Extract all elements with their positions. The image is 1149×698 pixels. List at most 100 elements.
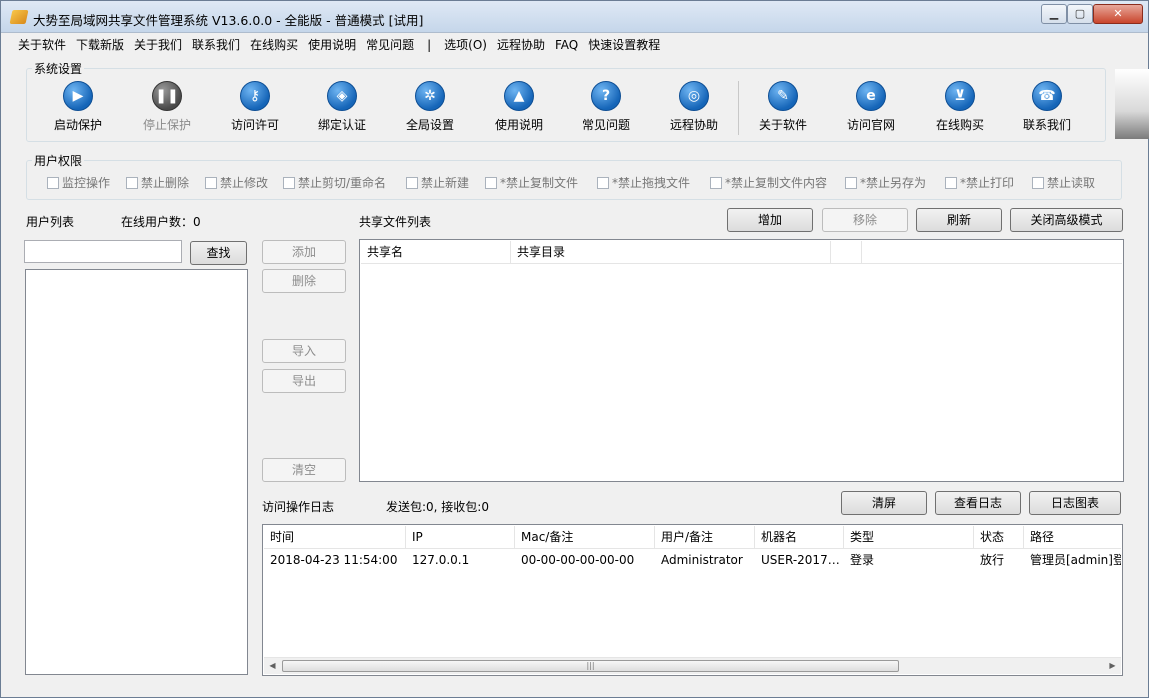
cell-user: Administrator — [661, 553, 743, 567]
menu-options[interactable]: 选项(O) — [439, 34, 492, 56]
perm-no-print-checkbox[interactable]: *禁止打印 — [945, 174, 1014, 191]
menu-tutorial[interactable]: 快速设置教程 — [583, 34, 665, 56]
perm-no-create-checkbox[interactable]: 禁止新建 — [406, 174, 469, 191]
perm-no-modify-checkbox[interactable]: 禁止修改 — [205, 174, 268, 191]
phone-icon: ☎ — [1032, 81, 1062, 111]
column-type[interactable]: 类型 — [844, 526, 974, 549]
cell-type: 登录 — [850, 553, 875, 567]
menu-help[interactable]: 使用说明 — [303, 34, 361, 56]
bind-auth-button[interactable]: ◈ 绑定认证 — [302, 81, 382, 133]
column-user[interactable]: 用户/备注 — [655, 526, 755, 549]
view-log-button[interactable]: 查看日志 — [935, 491, 1021, 515]
perm-no-copy-content-checkbox[interactable]: *禁止复制文件内容 — [710, 174, 827, 191]
user-search-input[interactable] — [24, 240, 182, 263]
close-advanced-mode-button[interactable]: 关闭高级模式 — [1010, 208, 1123, 232]
log-chart-button[interactable]: 日志图表 — [1029, 491, 1121, 515]
add-share-button[interactable]: 增加 — [727, 208, 813, 232]
perm-no-copy-file-checkbox[interactable]: *禁止复制文件 — [485, 174, 578, 191]
toolbar-separator — [738, 81, 739, 135]
delete-user-button[interactable]: 删除 — [262, 269, 346, 293]
remote-assist-button[interactable]: ◎ 远程协助 — [654, 81, 734, 133]
checkbox-icon — [597, 177, 609, 189]
global-settings-button[interactable]: ✲ 全局设置 — [390, 81, 470, 133]
perm-no-drag-checkbox[interactable]: *禁止拖拽文件 — [597, 174, 690, 191]
menu-faq-cn[interactable]: 常见问题 — [361, 34, 419, 56]
menu-about-software[interactable]: 关于软件 — [13, 34, 71, 56]
export-button[interactable]: 导出 — [262, 369, 346, 393]
menu-remote[interactable]: 远程协助 — [492, 34, 550, 56]
tool-label: 访问许可 — [230, 118, 279, 132]
menu-buy[interactable]: 在线购买 — [245, 34, 303, 56]
stop-protect-button[interactable]: ❚❚ 停止保护 — [127, 81, 207, 133]
menu-about-us[interactable]: 关于我们 — [129, 34, 187, 56]
faq-button[interactable]: ? 常见问题 — [566, 81, 646, 133]
question-icon: ? — [591, 81, 621, 111]
maximize-button[interactable]: ▢ — [1067, 4, 1093, 24]
checkbox-label: *禁止打印 — [960, 176, 1015, 190]
start-protect-button[interactable]: ▶ 启动保护 — [38, 81, 118, 133]
column-share-dir[interactable]: 共享目录 — [511, 241, 831, 264]
column-machine[interactable]: 机器名 — [755, 526, 844, 549]
clear-screen-button[interactable]: 清屏 — [841, 491, 927, 515]
tool-label: 常见问题 — [581, 118, 630, 132]
cart-icon: ⊻ — [945, 81, 975, 111]
refresh-button[interactable]: 刷新 — [916, 208, 1002, 232]
perm-no-cut-rename-checkbox[interactable]: 禁止剪切/重命名 — [283, 174, 386, 191]
official-site-button[interactable]: e 访问官网 — [831, 81, 911, 133]
globe-hand-icon: ◎ — [679, 81, 709, 111]
add-user-button[interactable]: 添加 — [262, 240, 346, 264]
checkbox-label: 禁止删除 — [141, 176, 190, 190]
column-status[interactable]: 状态 — [974, 526, 1024, 549]
column-share-name[interactable]: 共享名 — [361, 241, 511, 264]
tool-label: 远程协助 — [669, 118, 718, 132]
column-ip[interactable]: IP — [406, 526, 515, 549]
buy-online-button[interactable]: ⊻ 在线购买 — [920, 81, 1000, 133]
pause-icon: ❚❚ — [152, 81, 182, 111]
perm-no-delete-checkbox[interactable]: 禁止删除 — [126, 174, 189, 191]
checkbox-label: 禁止新建 — [421, 176, 470, 190]
column-extra[interactable] — [831, 241, 862, 264]
system-settings-label: 系统设置 — [32, 60, 85, 77]
access-permission-button[interactable]: ⚷ 访问许可 — [215, 81, 295, 133]
remove-share-button[interactable]: 移除 — [822, 208, 908, 232]
import-button[interactable]: 导入 — [262, 339, 346, 363]
close-button[interactable]: ✕ — [1093, 4, 1143, 24]
menu-download[interactable]: 下载新版 — [71, 34, 129, 56]
usage-guide-button[interactable]: ▲ 使用说明 — [479, 81, 559, 133]
column-path[interactable]: 路径 — [1024, 526, 1123, 549]
user-list[interactable] — [25, 269, 248, 675]
tool-label: 访问官网 — [846, 118, 895, 132]
about-software-button[interactable]: ✎ 关于软件 — [743, 81, 823, 133]
checkbox-label: *禁止另存为 — [860, 176, 927, 190]
menu-contact[interactable]: 联系我们 — [187, 34, 245, 56]
access-log-table[interactable]: 时间 IP Mac/备注 用户/备注 机器名 类型 状态 路径 2018-04-… — [262, 524, 1123, 676]
shared-files-table[interactable]: 共享名 共享目录 — [359, 239, 1124, 482]
cell-mac: 00-00-00-00-00-00 — [521, 553, 635, 567]
graduation-cap-icon: ▲ — [504, 81, 534, 111]
scroll-left-icon[interactable]: ◀ — [264, 658, 281, 674]
checkbox-label: *禁止复制文件内容 — [725, 176, 828, 190]
table-row[interactable]: 2018-04-23 11:54:00 127.0.0.1 00-00-00-0… — [264, 550, 1121, 570]
contact-us-button[interactable]: ☎ 联系我们 — [1007, 81, 1087, 133]
checkbox-icon — [126, 177, 138, 189]
perm-monitor-checkbox[interactable]: 监控操作 — [47, 174, 110, 191]
clear-users-button[interactable]: 清空 — [262, 458, 346, 482]
play-icon: ▶ — [63, 81, 93, 111]
minimize-button[interactable]: ▁ — [1041, 4, 1067, 24]
column-mac[interactable]: Mac/备注 — [515, 526, 655, 549]
perm-no-save-as-checkbox[interactable]: *禁止另存为 — [845, 174, 926, 191]
scroll-right-icon[interactable]: ▶ — [1104, 658, 1121, 674]
checkbox-icon — [406, 177, 418, 189]
column-time[interactable]: 时间 — [264, 526, 406, 549]
find-button[interactable]: 查找 — [190, 241, 247, 265]
horizontal-scrollbar[interactable]: ◀ ||| ▶ — [264, 657, 1121, 674]
perm-no-read-checkbox[interactable]: 禁止读取 — [1032, 174, 1095, 191]
checkbox-icon — [1032, 177, 1044, 189]
scroll-thumb[interactable]: ||| — [282, 660, 899, 672]
main-window: 大势至局域网共享文件管理系统 V13.6.0.0 - 全能版 - 普通模式 [试… — [0, 0, 1149, 698]
checkbox-icon — [710, 177, 722, 189]
title-bar: 大势至局域网共享文件管理系统 V13.6.0.0 - 全能版 - 普通模式 [试… — [1, 1, 1148, 33]
menu-faq[interactable]: FAQ — [550, 34, 583, 56]
table-header: 共享名 共享目录 — [361, 241, 1122, 264]
tool-label: 在线购买 — [935, 118, 984, 132]
